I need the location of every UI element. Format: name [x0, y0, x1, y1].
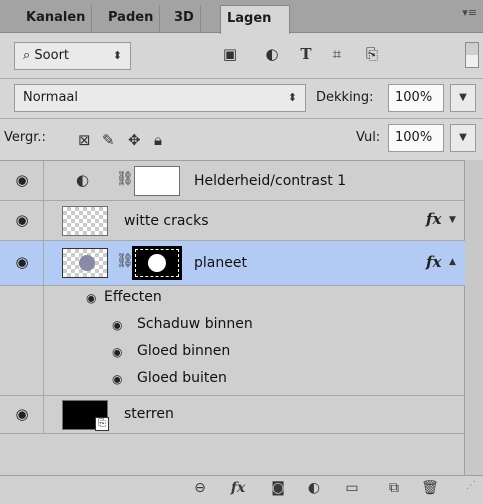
panel-tab-bar: Kanalen Paden 3D Lagen ▾≡ [0, 0, 483, 34]
expand-effects-icon[interactable]: ▼ [449, 215, 456, 225]
divider [0, 78, 483, 79]
chain-link-icon[interactable]: ⛓ [116, 171, 134, 187]
layer-name[interactable]: planeet [194, 255, 247, 271]
layer-thumbnail[interactable] [62, 206, 108, 236]
updown-arrow-icon: ⬍ [287, 91, 297, 104]
eye-icon[interactable]: ◉ [12, 405, 32, 425]
fx-icon[interactable]: fx [426, 253, 441, 271]
lock-position-icon[interactable]: ✥ [128, 131, 141, 149]
layer-thumbnail[interactable]: ⎘ [62, 400, 109, 431]
effect-item[interactable]: Schaduw binnen [137, 316, 253, 332]
updown-arrow-icon: ⬍ [112, 49, 122, 62]
type-filter-icon[interactable]: T [296, 45, 316, 63]
opacity-label: Dekking: [316, 90, 374, 105]
new-group-icon[interactable]: ▭ [342, 480, 362, 496]
layers-list: ◉ ◐ ⛓ Helderheid/contrast 1 ◉ witte crac… [0, 160, 465, 475]
smart-object-icon: ⎘ [95, 417, 109, 431]
eye-icon[interactable]: ◉ [112, 318, 122, 332]
smart-object-filter-icon[interactable]: ⎘ [362, 45, 382, 63]
lock-image-pixels-icon[interactable]: ✎ [102, 131, 115, 149]
tab-lagen[interactable]: Lagen [220, 5, 290, 34]
layer-mask-thumbnail[interactable] [134, 166, 180, 196]
mask-circle-shape [148, 254, 166, 272]
opacity-field[interactable]: 100% [388, 84, 444, 112]
layer-row[interactable]: ◉ ◐ ⛓ Helderheid/contrast 1 [0, 161, 465, 201]
effects-group: ◉ Effecten ◉ Schaduw binnen ◉ Gloed binn… [0, 286, 465, 396]
lock-transparent-pixels-icon[interactable]: ⊠ [78, 131, 91, 149]
adjustment-layer-icon: ◐ [76, 171, 90, 189]
layer-name[interactable]: sterren [124, 406, 174, 422]
planet-thumbnail-shape [79, 255, 95, 271]
visibility-column: ◉ [0, 241, 44, 285]
filter-kind-select[interactable]: ⌕ Soort ⬍ [14, 42, 131, 70]
layer-row-selected[interactable]: ◉ ⛓ planeet fx ▲ [0, 241, 465, 286]
effects-header[interactable]: Effecten [104, 289, 162, 305]
tab-kanalen[interactable]: Kanalen [20, 5, 93, 33]
search-icon: ⌕ [23, 48, 31, 63]
eye-icon[interactable]: ◉ [112, 372, 122, 386]
fx-icon[interactable]: fx [228, 480, 248, 496]
shape-filter-icon[interactable]: ⌗ [327, 45, 347, 63]
visibility-column: ◉ [0, 396, 44, 433]
adjustment-layer-icon[interactable]: ◐ [304, 480, 324, 496]
delete-layer-icon[interactable]: 🗑︎ [420, 480, 440, 496]
fill-label: Vul: [356, 130, 381, 145]
eye-icon[interactable]: ◉ [12, 211, 32, 231]
layers-footer-toolbar: ⊖ fx ◙ ◐ ▭ ⧉ 🗑︎ ⋰ [0, 475, 483, 504]
tab-paden[interactable]: Paden [102, 5, 161, 33]
link-layers-icon[interactable]: ⊖ [190, 480, 210, 496]
image-filter-icon[interactable]: ▣ [220, 45, 240, 63]
layer-name[interactable]: Helderheid/contrast 1 [194, 173, 346, 189]
lock-label: Vergr.: [4, 130, 46, 145]
panel-menu-icon[interactable]: ▾≡ [462, 6, 477, 19]
layer-row[interactable]: ◉ witte cracks fx ▼ [0, 201, 465, 241]
add-mask-icon[interactable]: ◙ [268, 480, 288, 496]
tab-3d[interactable]: 3D [168, 5, 201, 33]
fill-dropdown-button[interactable]: ▼ [450, 124, 476, 152]
eye-icon[interactable]: ◉ [12, 171, 32, 191]
layer-thumbnail[interactable] [62, 248, 108, 278]
divider [0, 118, 483, 119]
scrollbar[interactable] [465, 160, 483, 475]
filter-kind-label: Soort [34, 48, 70, 63]
layers-panel: Kanalen Paden 3D Lagen ▾≡ ⌕ Soort ⬍ ▣ ◐ … [0, 0, 483, 504]
layer-row[interactable]: ◉ ⎘ sterren [0, 396, 465, 434]
visibility-column: ◉ [0, 201, 44, 240]
resize-grip-icon[interactable]: ⋰ [461, 480, 481, 491]
effect-item[interactable]: Gloed buiten [137, 370, 227, 386]
lock-all-icon[interactable]: 🔒︎ [154, 131, 162, 149]
blend-mode-value: Normaal [23, 90, 79, 105]
eye-icon[interactable]: ◉ [86, 291, 96, 305]
fill-field[interactable]: 100% [388, 124, 444, 152]
new-layer-icon[interactable]: ⧉ [384, 480, 404, 496]
blend-mode-select[interactable]: Normaal ⬍ [14, 84, 306, 112]
opacity-dropdown-button[interactable]: ▼ [450, 84, 476, 112]
visibility-column: ◉ [0, 161, 44, 200]
layer-name[interactable]: witte cracks [124, 213, 209, 229]
fx-icon[interactable]: fx [426, 210, 441, 228]
layer-mask-thumbnail[interactable] [132, 246, 182, 280]
visibility-column [0, 286, 44, 395]
eye-icon[interactable]: ◉ [112, 345, 122, 359]
filter-toggle-switch[interactable] [465, 42, 479, 68]
adjustment-filter-icon[interactable]: ◐ [262, 45, 282, 63]
eye-icon[interactable]: ◉ [12, 253, 32, 273]
collapse-effects-icon[interactable]: ▲ [449, 257, 456, 267]
effect-item[interactable]: Gloed binnen [137, 343, 230, 359]
